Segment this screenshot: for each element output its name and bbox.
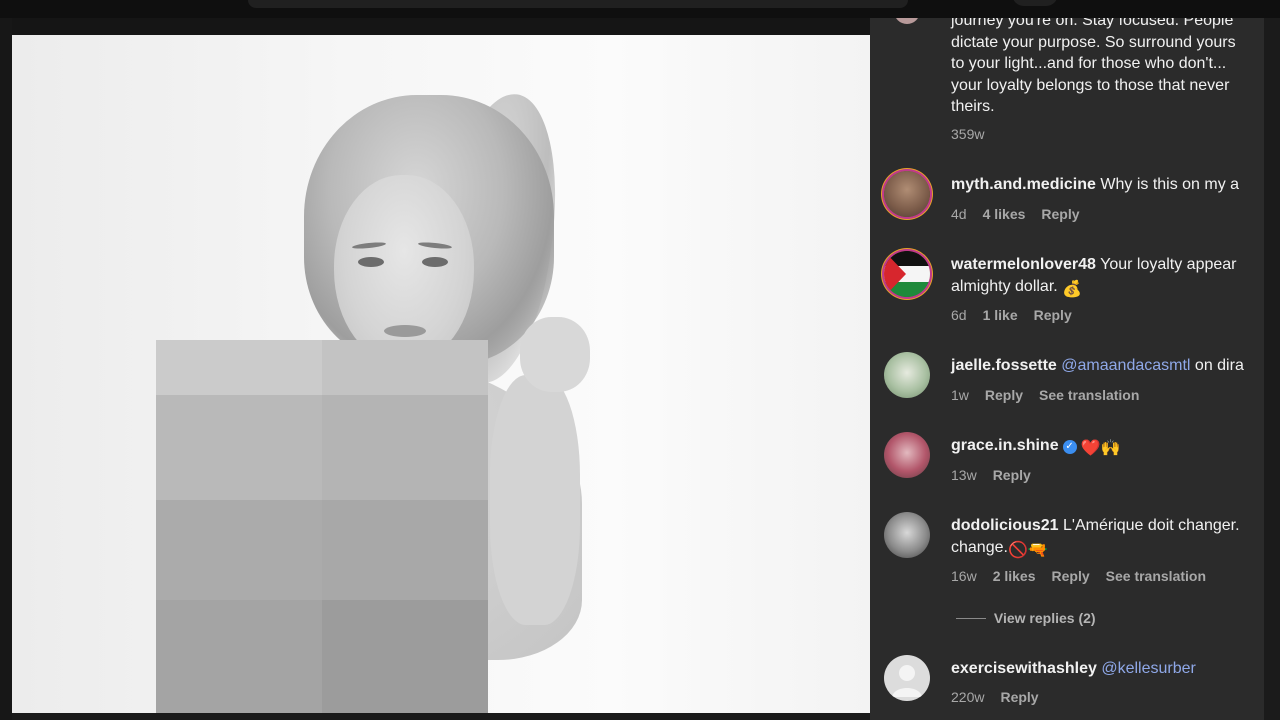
comment-line: theirs. bbox=[951, 98, 995, 115]
likes-count[interactable]: 2 likes bbox=[993, 568, 1036, 584]
comment-timestamp: 4d bbox=[951, 206, 967, 222]
reply-button[interactable]: Reply bbox=[1000, 689, 1038, 705]
comment-body: on dira bbox=[1190, 357, 1244, 374]
avatar[interactable] bbox=[884, 352, 930, 398]
comment-timestamp: 359w bbox=[951, 126, 985, 142]
comment-timestamp: 6d bbox=[951, 307, 967, 323]
comment-text: exercisewithashley @kellesurber bbox=[951, 658, 1196, 680]
comment-text: watermelonlover48 Your loyalty appear al… bbox=[951, 254, 1237, 300]
comment-meta: 4d 4 likes Reply bbox=[951, 206, 1096, 222]
reply-button[interactable]: Reply bbox=[1041, 206, 1079, 222]
comment-line: dictate your purpose. So surround yours bbox=[951, 33, 1236, 51]
profile-button[interactable] bbox=[1012, 0, 1058, 6]
comment-body: Why is this on my a bbox=[1095, 176, 1240, 193]
comment-text: grace.in.shine ✓ ❤️🙌 bbox=[951, 435, 1120, 460]
scrollbar-track[interactable] bbox=[1264, 18, 1280, 720]
comment-body: Your loyalty appear bbox=[1095, 256, 1237, 273]
photo-subject-hand bbox=[520, 317, 590, 392]
photo-subject-arm bbox=[490, 375, 580, 625]
censor-mosaic bbox=[156, 340, 488, 713]
browser-top-bar bbox=[0, 0, 1280, 18]
comment-timestamp: 220w bbox=[951, 689, 985, 705]
comment-meta: 220w Reply bbox=[951, 689, 1055, 705]
avatar[interactable] bbox=[884, 171, 930, 217]
comment-meta: 6d 1 like Reply bbox=[951, 307, 1088, 323]
likes-count[interactable]: 1 like bbox=[983, 307, 1018, 323]
likes-count[interactable]: 4 likes bbox=[983, 206, 1026, 222]
comment-timestamp: 16w bbox=[951, 568, 977, 584]
comment-meta: 13w Reply bbox=[951, 467, 1047, 483]
post-photo bbox=[12, 35, 870, 713]
reply-button[interactable]: Reply bbox=[1034, 307, 1072, 323]
comment-body: almighty dollar. bbox=[951, 277, 1063, 295]
mention-link[interactable]: @amaandacasmtl bbox=[1061, 357, 1190, 374]
view-replies-button[interactable]: View replies (2) bbox=[956, 610, 1096, 626]
photo-top-border bbox=[12, 18, 870, 35]
verified-badge-icon: ✓ bbox=[1062, 440, 1077, 454]
comment-text: jaelle.fossette @amaandacasmtl on dira bbox=[951, 355, 1244, 377]
comment-username[interactable]: dodolicious21 bbox=[951, 517, 1059, 534]
comment-meta: 16w 2 likes Reply See translation bbox=[951, 568, 1222, 584]
reply-button[interactable]: Reply bbox=[1052, 568, 1090, 584]
money-bag-icon: 💰 bbox=[1062, 280, 1083, 298]
divider-line bbox=[956, 618, 986, 619]
comment-line: your loyalty belongs to those that never bbox=[951, 76, 1230, 94]
see-translation-button[interactable]: See translation bbox=[1039, 387, 1139, 403]
photo-subject-eye bbox=[422, 257, 448, 267]
comment-text: myth.and.medicine Why is this on my a bbox=[951, 174, 1239, 196]
photo-subject-eye bbox=[358, 257, 384, 267]
comment-line: journey you're on. Stay focused. People bbox=[951, 18, 1234, 29]
avatar[interactable] bbox=[884, 432, 930, 478]
comment-username[interactable]: jaelle.fossette bbox=[951, 357, 1057, 374]
reply-button[interactable]: Reply bbox=[993, 467, 1031, 483]
default-avatar-icon[interactable] bbox=[884, 655, 930, 701]
mention-link[interactable]: @kellesurber bbox=[1101, 660, 1196, 677]
address-bar[interactable] bbox=[248, 0, 908, 8]
reply-button[interactable]: Reply bbox=[985, 387, 1023, 403]
comment-line: to your light...and for those who don't.… bbox=[951, 55, 1227, 72]
avatar[interactable] bbox=[894, 18, 920, 24]
avatar[interactable] bbox=[884, 251, 930, 297]
comment-meta: 1w Reply See translation bbox=[951, 387, 1155, 403]
comment-username[interactable]: grace.in.shine bbox=[951, 437, 1059, 454]
comment-timestamp: 1w bbox=[951, 387, 969, 403]
comment-username[interactable]: exercisewithashley bbox=[951, 660, 1097, 677]
comment-meta: 359w bbox=[951, 126, 1000, 142]
comment-text: journey you're on. Stay focused. People … bbox=[951, 18, 1236, 118]
comment-username[interactable]: watermelonlover48 bbox=[951, 256, 1096, 273]
palestine-flag-icon bbox=[884, 251, 930, 297]
see-translation-button[interactable]: See translation bbox=[1106, 568, 1206, 584]
comment-text: dodolicious21 L'Amérique doit changer. c… bbox=[951, 515, 1240, 561]
comments-panel[interactable]: journey you're on. Stay focused. People … bbox=[870, 18, 1264, 720]
comment-username[interactable]: myth.and.medicine bbox=[951, 176, 1096, 193]
no-gun-icon: 🚫🔫 bbox=[1007, 541, 1048, 559]
person-silhouette-icon bbox=[892, 665, 922, 697]
heart-hands-icon: ❤️🙌 bbox=[1080, 440, 1121, 457]
photo-subject-lips bbox=[384, 325, 426, 337]
avatar[interactable] bbox=[884, 512, 930, 558]
left-edge bbox=[0, 18, 12, 720]
comment-body: L'Amérique doit changer. bbox=[1058, 517, 1240, 534]
comment-timestamp: 13w bbox=[951, 467, 977, 483]
view-replies-label[interactable]: View replies (2) bbox=[994, 610, 1096, 626]
comment-body: change. bbox=[951, 538, 1008, 556]
